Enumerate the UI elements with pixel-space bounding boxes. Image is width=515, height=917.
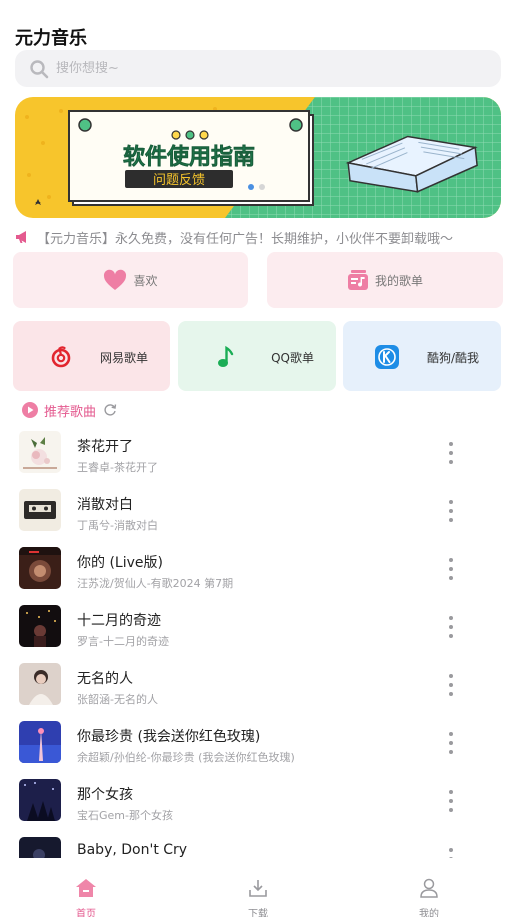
song-title: 你最珍贵 (我会送你红色玫瑰) bbox=[77, 729, 261, 745]
notice-text: 【元力音乐】永久免费，没有任何广告！长期维护，小伙伴不要卸载哦～ bbox=[37, 231, 454, 247]
song-row[interactable]: 消散对白 丁禹兮-消散对白 bbox=[0, 482, 515, 540]
album-cover bbox=[19, 489, 61, 531]
carousel-dot-active[interactable] bbox=[248, 184, 254, 190]
more-options-icon[interactable] bbox=[441, 442, 461, 464]
song-row[interactable]: 十二月的奇迹 罗言-十二月的奇迹 bbox=[0, 598, 515, 656]
song-artist: 余超颖/孙伯纶-你最珍贵 (我会送你红色玫瑰) bbox=[77, 751, 295, 764]
refresh-icon[interactable] bbox=[103, 403, 117, 417]
kugou-playlist-button[interactable]: 酷狗/酷我 bbox=[343, 321, 501, 391]
play-circle-icon bbox=[22, 402, 38, 418]
banner-image: 软件使用指南 问题反馈 bbox=[15, 97, 501, 218]
banner-title: 软件使用指南 bbox=[123, 144, 255, 170]
tab-home[interactable]: 首页 bbox=[56, 858, 116, 917]
more-options-icon[interactable] bbox=[441, 848, 461, 858]
kugou-icon bbox=[375, 345, 399, 369]
search-icon bbox=[30, 59, 49, 78]
song-artist: 丁禹兮-消散对白 bbox=[77, 519, 158, 532]
song-title: Baby, Don't Cry bbox=[77, 842, 188, 858]
song-row[interactable]: 你最珍贵 (我会送你红色玫瑰) 余超颖/孙伯纶-你最珍贵 (我会送你红色玫瑰) bbox=[0, 714, 515, 772]
tab-home-label: 首页 bbox=[76, 909, 96, 917]
my-playlists-label: 我的歌单 bbox=[374, 273, 423, 288]
banner-subtitle: 问题反馈 bbox=[153, 173, 205, 188]
song-row[interactable]: 你的 (Live版) 汪苏泷/贺仙人-有歌2024 第7期 bbox=[0, 540, 515, 598]
song-title: 你的 (Live版) bbox=[77, 555, 163, 571]
kugou-label: 酷狗/酷我 bbox=[426, 351, 479, 365]
album-cover bbox=[19, 605, 61, 647]
favorites-button[interactable]: 喜欢 bbox=[13, 252, 248, 308]
song-list: 茶花开了 王睿卓-茶花开了 消散对白 丁禹兮-消散对白 你的 (Live版) 汪… bbox=[0, 424, 515, 858]
song-title: 十二月的奇迹 bbox=[77, 613, 161, 629]
section-title: 推荐歌曲 bbox=[44, 404, 97, 420]
netease-icon bbox=[51, 346, 71, 368]
qq-playlist-button[interactable]: QQ歌单 bbox=[178, 321, 336, 391]
album-cover bbox=[19, 547, 61, 589]
favorites-label: 喜欢 bbox=[133, 273, 158, 288]
user-icon bbox=[420, 878, 438, 898]
app-title: 元力音乐 bbox=[15, 28, 87, 49]
recommended-section-header: 推荐歌曲 bbox=[22, 400, 117, 420]
more-options-icon[interactable] bbox=[441, 674, 461, 696]
song-title: 消散对白 bbox=[77, 497, 133, 513]
search-bar[interactable] bbox=[15, 50, 501, 87]
netease-label: 网易歌单 bbox=[99, 351, 148, 365]
home-page: 元力音乐 搜你想搜~ 软件使用指南 问题反馈 【元力音乐】永久免费，没有任何广告… bbox=[0, 0, 515, 917]
qq-label: QQ歌单 bbox=[271, 351, 314, 365]
search-input[interactable] bbox=[56, 61, 476, 76]
more-options-icon[interactable] bbox=[441, 790, 461, 812]
tab-download-label: 下载 bbox=[248, 909, 268, 917]
more-options-icon[interactable] bbox=[441, 500, 461, 522]
album-cover bbox=[19, 721, 61, 763]
bottom-tab-bar: 首页 下载 我的 bbox=[0, 858, 515, 917]
more-options-icon[interactable] bbox=[441, 732, 461, 754]
song-artist: 罗言-十二月的奇迹 bbox=[77, 635, 169, 648]
song-title: 无名的人 bbox=[77, 671, 133, 687]
playlist-icon bbox=[347, 270, 368, 290]
song-row[interactable]: 无名的人 张韶涵-无名的人 bbox=[0, 656, 515, 714]
notice-bar: 【元力音乐】永久免费，没有任何广告！长期维护，小伙伴不要卸载哦～ bbox=[15, 228, 501, 246]
qq-music-icon bbox=[218, 345, 234, 367]
song-row[interactable]: 那个女孩 宝石Gem-那个女孩 bbox=[0, 772, 515, 830]
tab-mine-label: 我的 bbox=[419, 909, 439, 917]
song-artist: 张韶涵-无名的人 bbox=[77, 693, 158, 706]
album-cover bbox=[19, 663, 61, 705]
tab-download[interactable]: 下载 bbox=[228, 858, 288, 917]
song-title: 那个女孩 bbox=[77, 787, 133, 803]
tab-mine[interactable]: 我的 bbox=[399, 858, 459, 917]
banner-carousel[interactable]: 软件使用指南 问题反馈 bbox=[15, 97, 501, 218]
my-playlists-button[interactable]: 我的歌单 bbox=[267, 252, 503, 308]
megaphone-icon bbox=[16, 231, 26, 243]
home-icon bbox=[76, 879, 96, 897]
netease-playlist-button[interactable]: 网易歌单 bbox=[13, 321, 170, 391]
album-cover bbox=[19, 431, 61, 473]
album-cover bbox=[19, 837, 61, 858]
song-title: 茶花开了 bbox=[77, 439, 133, 455]
album-cover bbox=[19, 779, 61, 821]
song-artist: 王睿卓-茶花开了 bbox=[77, 461, 158, 474]
more-options-icon[interactable] bbox=[441, 558, 461, 580]
heart-icon bbox=[104, 269, 127, 290]
song-row[interactable]: 茶花开了 王睿卓-茶花开了 bbox=[0, 424, 515, 482]
carousel-dot[interactable] bbox=[259, 184, 265, 190]
song-artist: 宝石Gem-那个女孩 bbox=[77, 809, 173, 822]
download-icon bbox=[249, 880, 267, 897]
more-options-icon[interactable] bbox=[441, 616, 461, 638]
song-artist: 汪苏泷/贺仙人-有歌2024 第7期 bbox=[77, 577, 234, 590]
song-row[interactable]: Baby, Don't Cry bbox=[0, 830, 515, 858]
